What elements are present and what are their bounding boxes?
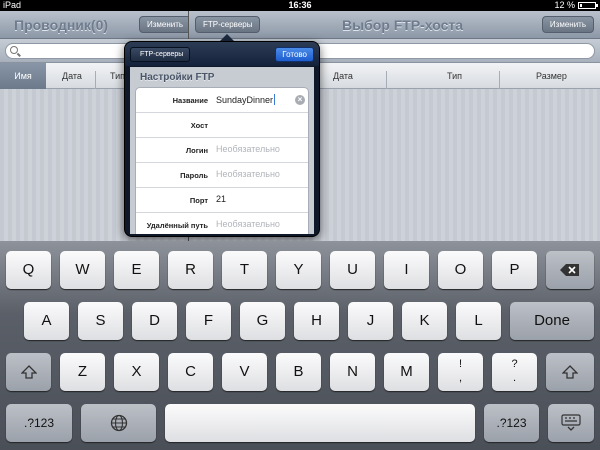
ftp-settings-table: Название SundayDinner × Хост Логин Необя… [135, 87, 309, 234]
key-s[interactable]: S [78, 302, 123, 340]
key-question-period[interactable]: ? . [492, 353, 537, 391]
key-y[interactable]: Y [276, 251, 321, 289]
key-k[interactable]: K [402, 302, 447, 340]
login-label: Логин [185, 146, 208, 155]
column-type-right[interactable]: Тип [447, 71, 462, 81]
name-field[interactable]: SundayDinner [216, 94, 276, 105]
shift-key-left[interactable] [6, 353, 51, 391]
globe-key[interactable] [81, 404, 156, 442]
key-i[interactable]: I [384, 251, 429, 289]
key-d[interactable]: D [132, 302, 177, 340]
ftp-servers-back-button[interactable]: FTP-серверы [195, 16, 261, 33]
popover-back-button[interactable]: FTP-серверы [130, 47, 191, 62]
host-row[interactable]: Хост [136, 113, 308, 138]
explorer-navbar: Проводник(0) Изменить [0, 11, 192, 39]
ftp-settings-title: Настройки FTP [140, 72, 215, 83]
shift-icon [561, 365, 579, 379]
login-row[interactable]: Логин Необязательно [136, 138, 308, 163]
backspace-icon [560, 264, 579, 277]
battery-percent: 12 % [554, 0, 575, 10]
ftp-host-navbar: FTP-серверы Выбор FTP-хоста Изменить [189, 11, 600, 39]
clear-icon[interactable]: × [295, 95, 305, 105]
port-label: Порт [189, 196, 208, 205]
backspace-key[interactable] [546, 251, 594, 289]
status-bar: iPad 16:36 12 % [0, 0, 600, 11]
key-z[interactable]: Z [60, 353, 105, 391]
key-w[interactable]: W [60, 251, 105, 289]
popover-body: Настройки FTP Название SundayDinner × Хо… [130, 67, 314, 234]
done-button[interactable]: Готово [275, 47, 314, 62]
password-row[interactable]: Пароль Необязательно [136, 163, 308, 188]
key-r[interactable]: R [168, 251, 213, 289]
port-row[interactable]: Порт 21 [136, 188, 308, 213]
password-label: Пароль [180, 171, 208, 180]
explorer-edit-button[interactable]: Изменить [139, 16, 192, 33]
key-exclaim-comma[interactable]: ! , [438, 353, 483, 391]
key-a[interactable]: A [24, 302, 69, 340]
key-c[interactable]: C [168, 353, 213, 391]
on-screen-keyboard: Q W E R T Y U I O P A S D F G H J K L Do… [0, 241, 600, 450]
remote-path-label: Удалённый путь [146, 221, 208, 230]
explorer-title: Проводник(0) [14, 17, 109, 33]
ftp-host-edit-button[interactable]: Изменить [541, 16, 594, 33]
ftp-host-title: Выбор FTP-хоста [342, 17, 464, 33]
text-caret [274, 94, 276, 105]
key-l[interactable]: L [456, 302, 501, 340]
shift-icon [19, 365, 38, 379]
ftp-settings-popover: FTP-серверы Готово Настройки FTP Названи… [124, 41, 320, 237]
key-x[interactable]: X [114, 353, 159, 391]
key-v[interactable]: V [222, 353, 267, 391]
key-o[interactable]: O [438, 251, 483, 289]
key-e[interactable]: E [114, 251, 159, 289]
remote-path-row[interactable]: Удалённый путь Необязательно [136, 213, 308, 234]
globe-icon [110, 414, 127, 432]
key-b[interactable]: B [276, 353, 321, 391]
column-type-left[interactable]: Тип [110, 71, 125, 81]
name-row[interactable]: Название SundayDinner × [136, 88, 308, 113]
numbers-key-right[interactable]: .?123 [484, 404, 539, 442]
column-date-right[interactable]: Дата [333, 71, 353, 81]
search-icon [10, 46, 18, 54]
password-field[interactable]: Необязательно [216, 169, 280, 179]
key-u[interactable]: U [330, 251, 375, 289]
port-field[interactable]: 21 [216, 194, 226, 204]
numbers-key-left[interactable]: .?123 [6, 404, 72, 442]
key-n[interactable]: N [330, 353, 375, 391]
key-p[interactable]: P [492, 251, 537, 289]
key-f[interactable]: F [186, 302, 231, 340]
key-h[interactable]: H [294, 302, 339, 340]
name-label: Название [172, 96, 208, 105]
space-key[interactable] [165, 404, 475, 442]
key-q[interactable]: Q [6, 251, 51, 289]
popover-header: FTP-серверы Готово [125, 42, 319, 66]
column-size[interactable]: Размер [536, 71, 567, 81]
done-key[interactable]: Done [510, 302, 594, 340]
key-m[interactable]: M [384, 353, 429, 391]
battery-icon [578, 2, 598, 9]
shift-key-right[interactable] [546, 353, 594, 391]
host-label: Хост [190, 121, 208, 130]
login-field[interactable]: Необязательно [216, 144, 280, 154]
key-t[interactable]: T [222, 251, 267, 289]
key-j[interactable]: J [348, 302, 393, 340]
remote-path-field[interactable]: Необязательно [216, 219, 280, 229]
column-date-left[interactable]: Дата [62, 71, 82, 81]
column-name[interactable]: Имя [0, 63, 46, 89]
hide-keyboard-icon [561, 414, 581, 431]
clock: 16:36 [288, 0, 312, 10]
hide-keyboard-key[interactable] [548, 404, 594, 442]
key-g[interactable]: G [240, 302, 285, 340]
